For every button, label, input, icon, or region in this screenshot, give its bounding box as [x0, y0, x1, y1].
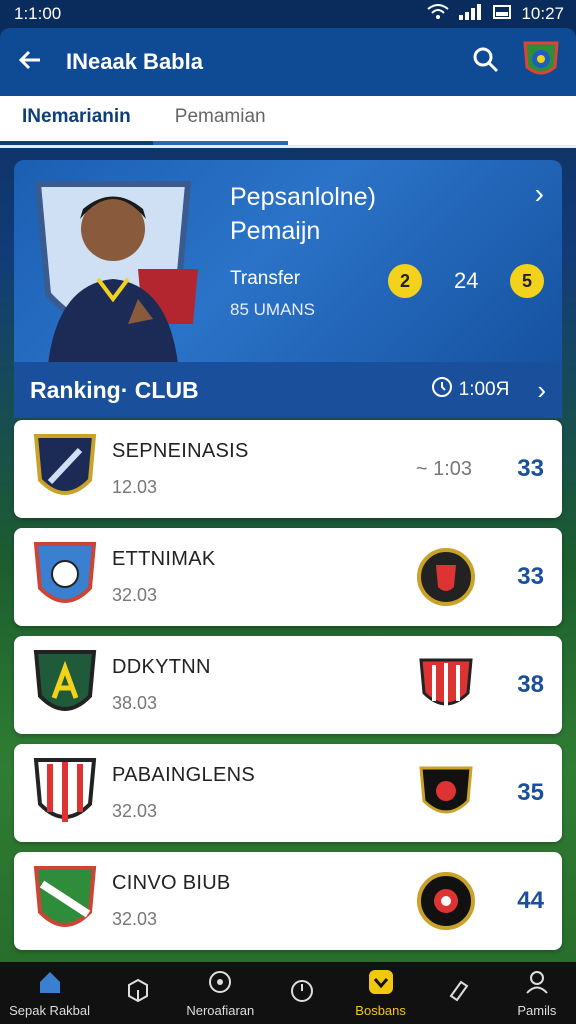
player-title-line1: Pepsanlolne)	[230, 183, 376, 211]
club-name: CINVO BIUB	[112, 872, 231, 894]
club-name: PABAINGLENS	[112, 764, 255, 786]
heart-icon	[367, 968, 395, 999]
club-logo-icon	[32, 540, 98, 614]
nav-network[interactable]: Neroafiaran	[186, 968, 254, 1018]
club-score: 33	[517, 455, 544, 482]
club-row[interactable]: SEPNEINASIS 12.03 ~ 1:03 33	[14, 420, 562, 518]
profile-avatar[interactable]	[522, 39, 560, 86]
home-icon	[36, 968, 64, 999]
clock-icon	[431, 376, 453, 404]
player-value: 85 UMANS	[230, 300, 316, 319]
player-title: Pepsanlolne) Pemaijn	[230, 180, 376, 248]
opponent-logo-icon	[416, 547, 476, 607]
network-icon	[206, 968, 234, 999]
badge-right: 5	[510, 264, 544, 298]
club-sub: 12.03	[112, 477, 158, 497]
club-row[interactable]: DDKYTNN 38.03 38	[14, 636, 562, 734]
club-sub: 32.03	[112, 909, 158, 929]
nav-network-label: Neroafiaran	[186, 1003, 255, 1018]
nav-favorites-label: Bosbans	[355, 1003, 406, 1018]
club-logo-icon	[32, 432, 98, 506]
transfer-label: Transfer	[230, 268, 301, 289]
nav-profile-label: Pamils	[517, 1003, 557, 1018]
status-left-text: 1:1:00	[14, 4, 62, 23]
chevron-right-icon[interactable]: ›	[535, 178, 544, 210]
nav-home-label: Sepak Rakbal	[9, 1003, 91, 1018]
club-name: SEPNEINASIS	[112, 440, 249, 462]
player-photo	[28, 174, 208, 362]
club-sub: 32.03	[112, 801, 158, 821]
club-sub: 32.03	[112, 585, 158, 605]
status-bar: 1:1:00 10:27	[0, 0, 576, 28]
nav-cube[interactable]	[108, 976, 168, 1011]
page-title: INeaak Babla	[66, 49, 203, 74]
timer-icon	[288, 976, 316, 1007]
club-logo-icon	[32, 648, 98, 722]
chevron-right-icon[interactable]: ›	[537, 375, 546, 406]
club-row[interactable]: CINVO BIUB 32.03 44	[14, 852, 562, 950]
opponent-logo-icon	[416, 655, 476, 715]
battery-icon	[493, 4, 512, 25]
nav-home[interactable]: Sepak Rakbal	[9, 968, 90, 1018]
status-time: 10:27	[521, 4, 564, 23]
club-score: 44	[517, 887, 544, 914]
opponent-logo-icon	[416, 763, 476, 823]
signal-icon	[459, 3, 483, 25]
wifi-icon	[427, 3, 450, 25]
nav-profile[interactable]: Pamils	[507, 968, 567, 1018]
club-score: 33	[517, 563, 544, 590]
app-bar: INeaak Babla	[0, 28, 576, 96]
nav-tag[interactable]	[429, 976, 489, 1011]
ranking-time: 1:00Я	[431, 376, 510, 404]
cube-icon	[124, 976, 152, 1007]
club-logo-icon	[32, 756, 98, 830]
club-row[interactable]: ETTNIMAK 32.03 33	[14, 528, 562, 626]
club-delta: ~ 1:03	[415, 457, 472, 480]
badge-left: 2	[388, 264, 422, 298]
opponent-logo-icon	[416, 871, 476, 931]
ranking-time-text: 1:00Я	[458, 379, 510, 400]
club-score: 38	[517, 671, 544, 698]
club-row[interactable]: PABAINGLENS 32.03 35	[14, 744, 562, 842]
bottom-nav: Sepak Rakbal Neroafiaran Bosbans Pamils	[0, 962, 576, 1024]
club-name: ETTNIMAK	[112, 548, 216, 570]
player-hero-card[interactable]: Pepsanlolne) Pemaijn › Transfer 85 UMANS…	[14, 160, 562, 362]
search-icon[interactable]	[472, 46, 500, 79]
stat-value: 24	[454, 268, 479, 293]
tab-pemamian[interactable]: Pemamian	[152, 93, 288, 145]
ranking-header[interactable]: Ranking· CLUB 1:00Я ›	[14, 362, 562, 418]
tab-nemarianin[interactable]: INemarianin	[0, 93, 153, 145]
tag-icon	[445, 976, 473, 1007]
nav-timer[interactable]	[272, 976, 332, 1011]
club-sub: 38.03	[112, 693, 158, 713]
user-icon	[523, 968, 551, 999]
back-arrow-icon[interactable]	[16, 46, 44, 79]
club-logo-icon	[32, 864, 98, 938]
tab-bar: INemarianin Pemamian	[0, 96, 576, 148]
player-title-line2: Pemaijn	[230, 217, 321, 245]
club-name: DDKYTNN	[112, 656, 211, 678]
club-score: 35	[517, 779, 544, 806]
nav-favorites[interactable]: Bosbans	[351, 968, 411, 1018]
ranking-title: Ranking· CLUB	[30, 376, 199, 403]
